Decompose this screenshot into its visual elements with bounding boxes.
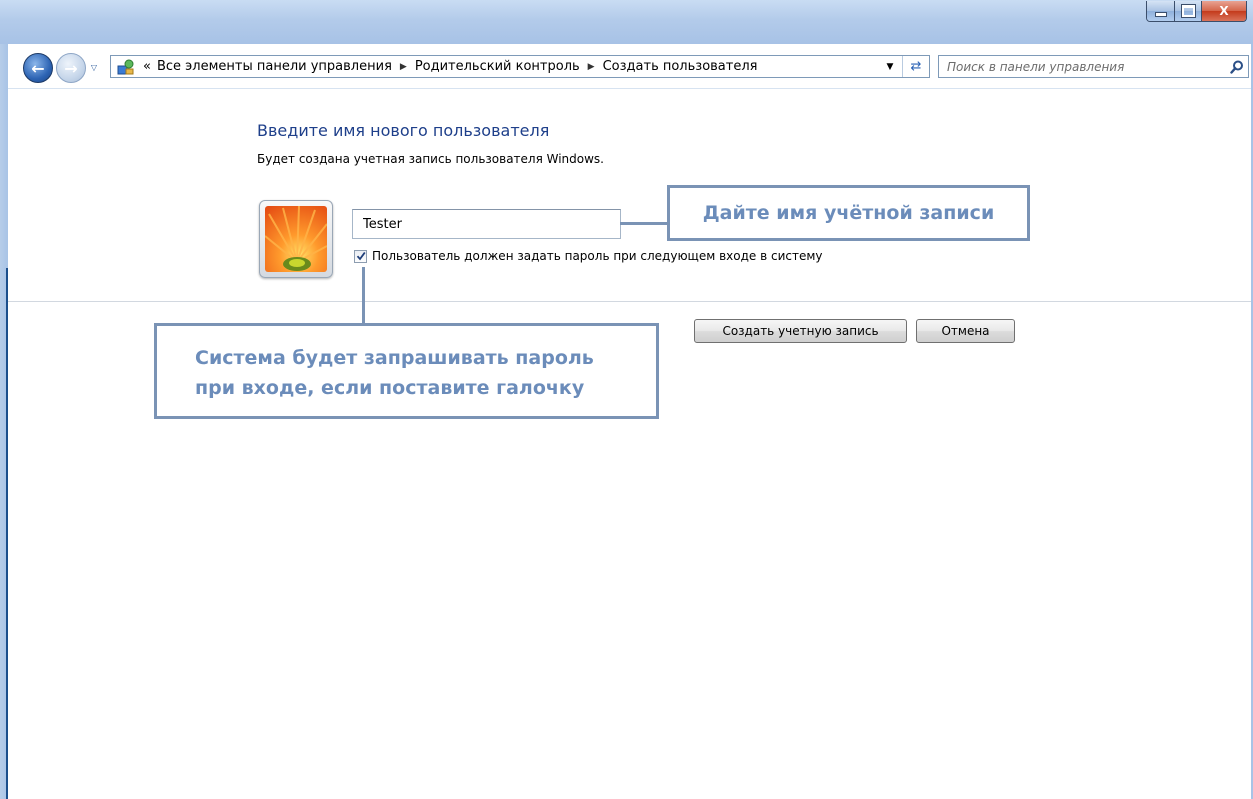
close-button[interactable]: X xyxy=(1202,1,1246,21)
create-account-button[interactable]: Создать учетную запись xyxy=(694,319,907,343)
caret-down-icon: ▼ xyxy=(886,61,894,72)
annotation-password-line1: Система будет запрашивать пароль xyxy=(195,347,594,369)
maximize-icon xyxy=(1180,4,1196,18)
forward-button[interactable]: → xyxy=(56,53,86,83)
user-avatar[interactable] xyxy=(259,200,333,278)
title-bar[interactable] xyxy=(0,0,1253,44)
breadcrumb-separator-icon[interactable]: ▶ xyxy=(400,62,407,72)
annotation-password: Система будет запрашивать пароль при вхо… xyxy=(154,323,659,419)
search-input[interactable] xyxy=(939,55,1226,78)
password-required-option[interactable]: Пользователь должен задать пароль при сл… xyxy=(354,249,823,263)
minimize-button[interactable] xyxy=(1147,1,1175,21)
search-box[interactable] xyxy=(938,55,1249,78)
annotation-connector-password xyxy=(362,267,365,323)
annotation-account-name: Дайте имя учётной записи xyxy=(667,185,1030,241)
maximize-button[interactable] xyxy=(1175,1,1202,21)
back-button[interactable]: ← xyxy=(23,53,53,83)
checkmark-icon xyxy=(356,251,366,261)
search-icon[interactable] xyxy=(1226,60,1248,74)
annotation-password-line2: при входе, если поставите галочку xyxy=(195,377,585,399)
breadcrumb-item-all-items[interactable]: Все элементы панели управления xyxy=(157,59,392,74)
address-history-dropdown[interactable]: ▼ xyxy=(881,56,899,77)
arrow-left-icon: ← xyxy=(31,58,45,78)
breadcrumb-overflow-button[interactable]: « xyxy=(143,59,151,74)
breadcrumb-item-create-user[interactable]: Создать пользователя xyxy=(603,59,758,74)
flower-picture-icon xyxy=(265,206,327,272)
breadcrumb: Все элементы панели управления ▶ Родител… xyxy=(157,59,758,74)
minimize-icon xyxy=(1154,11,1167,17)
navigation-divider xyxy=(8,88,1251,89)
section-divider xyxy=(8,301,1251,302)
refresh-button[interactable]: ⇄ xyxy=(902,56,929,77)
chevron-down-icon: ▽ xyxy=(90,62,98,72)
page-title: Введите имя нового пользователя xyxy=(257,121,550,140)
password-required-label[interactable]: Пользователь должен задать пароль при сл… xyxy=(372,249,823,263)
address-bar[interactable]: « Все элементы панели управления ▶ Родит… xyxy=(110,55,930,78)
control-panel-icon xyxy=(115,57,137,77)
recent-pages-button[interactable]: ▽ xyxy=(88,60,100,74)
password-required-checkbox[interactable] xyxy=(354,249,367,263)
window-controls: X xyxy=(1146,1,1247,22)
annotation-account-name-text: Дайте имя учётной записи xyxy=(702,202,995,224)
refresh-icon: ⇄ xyxy=(910,59,922,74)
control-panel-window: X ← → ▽ « Все элементы панели управления… xyxy=(0,0,1253,799)
cancel-button[interactable]: Отмена xyxy=(916,319,1015,343)
annotation-connector-name xyxy=(620,222,667,225)
arrow-right-icon: → xyxy=(64,58,78,78)
page-subtitle: Будет создана учетная запись пользовател… xyxy=(257,152,604,166)
username-input[interactable] xyxy=(352,209,621,239)
breadcrumb-item-parental-controls[interactable]: Родительский контроль xyxy=(415,59,580,74)
close-icon: X xyxy=(1219,4,1229,18)
window-frame-accent xyxy=(6,268,8,799)
breadcrumb-separator-icon[interactable]: ▶ xyxy=(588,62,595,72)
